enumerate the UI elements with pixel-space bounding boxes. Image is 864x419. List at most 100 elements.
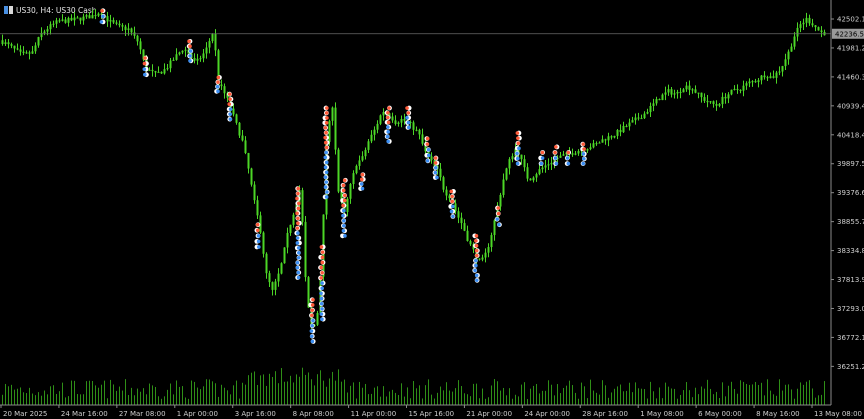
volume-bar (341, 381, 342, 405)
trade-marker-dot (386, 125, 390, 129)
volume-bar (98, 387, 99, 405)
candle-body (523, 159, 526, 168)
trade-marker-dot (385, 134, 390, 139)
volume-bar (248, 375, 249, 405)
volume-bar (560, 393, 561, 405)
trade-marker-dot (228, 117, 233, 121)
volume-bar (758, 384, 759, 405)
volume-bar (200, 389, 201, 405)
candle-body (148, 69, 151, 71)
trade-marker-dot (295, 260, 300, 265)
volume-bar (554, 395, 555, 405)
volume-bar (545, 390, 546, 405)
volume-bar (500, 390, 501, 405)
volume-bar (5, 383, 6, 405)
volume-bar (371, 393, 372, 405)
trade-marker-dot (295, 265, 300, 270)
volume-bar (413, 381, 414, 405)
volume-bar (686, 382, 687, 405)
trade-marker-dot (517, 146, 521, 151)
trade-marker-dot (99, 20, 104, 24)
volume-bar (416, 388, 417, 405)
volume-bar (254, 371, 255, 405)
x-tick-label: 27 Mar 08:00 (119, 410, 166, 418)
candle-body (220, 84, 223, 87)
candle-body (670, 89, 673, 95)
volume-bar (584, 386, 585, 405)
volume-bar (770, 390, 771, 405)
candle-body (646, 112, 649, 114)
candle-body (76, 17, 79, 19)
volume-bar (437, 392, 438, 405)
candle-body (718, 104, 721, 106)
price-chart[interactable]: 42502.13 41981.22 41460.31 40939.40 40418.49… (0, 0, 864, 419)
trade-marker-dot (216, 89, 220, 94)
volume-bar (530, 388, 531, 405)
volume-bar (533, 385, 534, 405)
volume-bar (734, 388, 735, 405)
volume-bar (707, 379, 708, 405)
candle-body (13, 45, 16, 49)
volume-bar (185, 397, 186, 405)
candle-body (268, 273, 271, 283)
candle-body (745, 83, 748, 86)
trade-marker-dot (496, 211, 501, 216)
x-tick-label: 1 Apr 00:00 (177, 410, 218, 418)
volume-bar (725, 396, 726, 405)
candle-body (715, 104, 718, 106)
volume-bar (38, 392, 39, 405)
trade-marker-dot (566, 150, 571, 155)
volume-bar (23, 392, 24, 405)
candle-body (91, 15, 94, 19)
candle-body (610, 136, 613, 138)
volume-bar (659, 387, 660, 405)
candle-body (682, 89, 685, 93)
trade-marker-dot (295, 241, 300, 245)
volume-bar (14, 389, 15, 405)
trade-marker-dot (297, 201, 301, 206)
trade-marker-dot (495, 217, 500, 221)
trade-marker-dot (188, 58, 192, 63)
candle-body (652, 103, 655, 106)
volume-bar (35, 395, 36, 405)
volume-bar (407, 387, 408, 405)
volume-bar (80, 394, 81, 405)
volume-bar (731, 381, 732, 405)
candle-body (490, 235, 493, 248)
candle-body (415, 129, 418, 131)
candle-body (445, 189, 448, 196)
volume-bar (581, 382, 582, 405)
trade-marker-dot (497, 222, 501, 227)
trade-marker-dot (474, 273, 479, 278)
trade-marker-dot (228, 97, 232, 101)
volume-bar (227, 390, 228, 405)
volume-bar (119, 386, 120, 405)
trade-marker-dot (324, 121, 329, 125)
candle-body (394, 120, 397, 124)
candle-body (199, 58, 202, 60)
candle-body (508, 159, 511, 169)
trade-marker-dot (385, 115, 390, 120)
volume-bar (293, 382, 294, 405)
candle-body (157, 71, 160, 73)
trade-marker-dot (359, 177, 364, 182)
trade-marker-dot (297, 251, 301, 255)
volume-bar (719, 398, 720, 405)
trade-marker-dot (553, 150, 557, 155)
candle-body (643, 113, 646, 119)
trade-marker-dot (256, 228, 260, 233)
candle-body (463, 223, 466, 231)
candle-body (811, 23, 814, 26)
trade-marker-dot (425, 159, 430, 163)
volume-bar (773, 394, 774, 405)
volume-bar (314, 385, 315, 405)
trade-marker-dot (228, 107, 233, 111)
y-tick-label: 38334.85 (837, 247, 864, 255)
candle-body (793, 36, 796, 47)
volume-bar (482, 388, 483, 405)
candle-body (1, 40, 4, 45)
candle-body (202, 53, 205, 59)
volume-bar (689, 390, 690, 405)
y-tick-label: 40939.40 (837, 102, 864, 110)
trade-marker-dot (474, 238, 478, 243)
